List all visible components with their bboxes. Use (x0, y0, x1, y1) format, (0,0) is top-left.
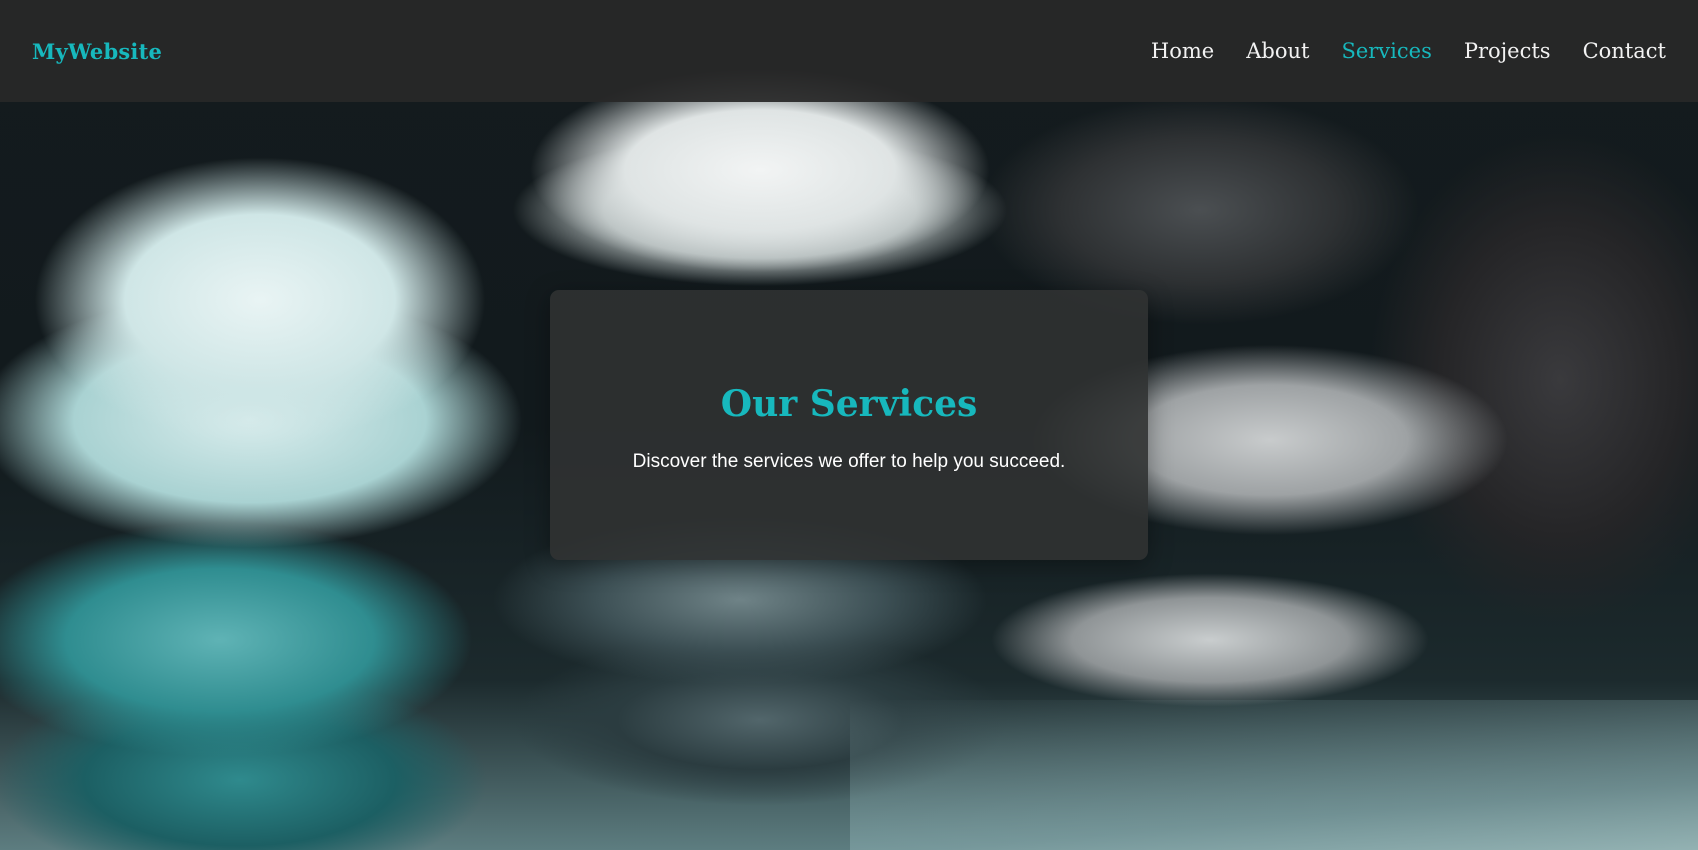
nav-link-about[interactable]: About (1246, 39, 1309, 63)
nav-link-home[interactable]: Home (1151, 39, 1214, 63)
site-header: MyWebsite Home About Services Projects C… (0, 0, 1698, 102)
nav-link-services[interactable]: Services (1341, 39, 1431, 63)
nav-link-projects[interactable]: Projects (1464, 39, 1551, 63)
page-title: Our Services (720, 383, 978, 425)
page: MyWebsite Home About Services Projects C… (0, 0, 1698, 850)
site-logo[interactable]: MyWebsite (32, 39, 162, 64)
hero-card: Our Services Discover the services we of… (550, 290, 1148, 560)
background-floor (850, 700, 1698, 850)
main-nav: Home About Services Projects Contact (1151, 39, 1666, 63)
nav-link-contact[interactable]: Contact (1583, 39, 1666, 63)
page-subtitle: Discover the services we offer to help y… (632, 451, 1066, 472)
